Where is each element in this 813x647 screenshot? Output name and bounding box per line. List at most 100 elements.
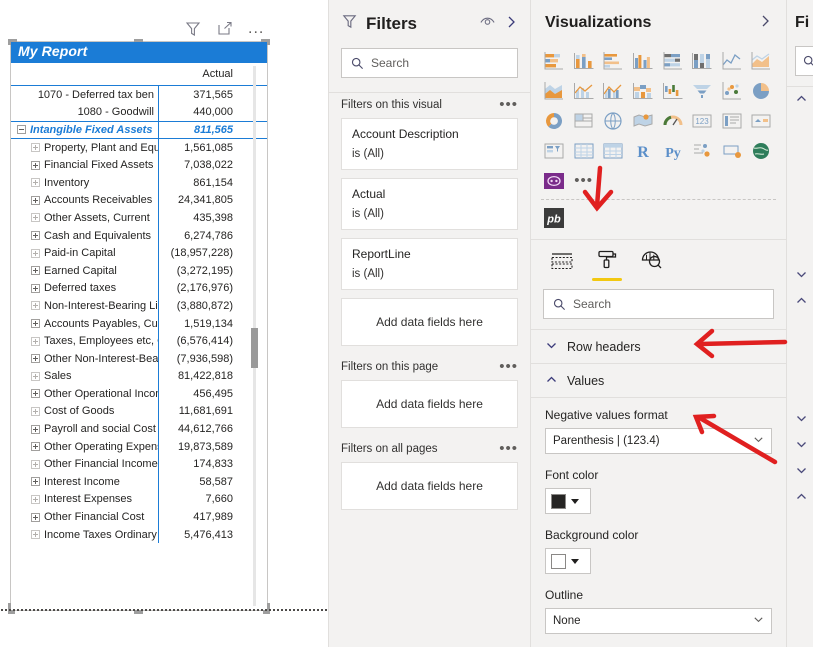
table-row[interactable]: Payroll and social Cost44,612,766 (11, 420, 267, 438)
expand-icon[interactable] (31, 407, 40, 416)
card-icon[interactable]: 123 (689, 108, 715, 134)
table-row[interactable]: Income Taxes Ordinary5,476,413 (11, 526, 267, 544)
table-row[interactable]: Interest Expenses7,660 (11, 491, 267, 509)
table-row[interactable]: Other Assets, Current435,398 (11, 209, 267, 227)
expand-icon[interactable] (31, 161, 40, 170)
table-row[interactable]: Interest Income58,587 (11, 473, 267, 491)
slicer-icon[interactable] (541, 138, 567, 164)
format-tab[interactable] (595, 248, 619, 281)
format-search-input[interactable]: Search (543, 289, 774, 319)
arcgis-maps-icon[interactable] (748, 138, 774, 164)
filters-section-more-icon[interactable]: ••• (499, 101, 518, 109)
table-row[interactable]: Property, Plant and Equipm1,561,085 (11, 139, 267, 157)
expand-icon[interactable] (31, 266, 40, 275)
clustered-bar-chart-icon[interactable] (600, 48, 626, 74)
background-color-picker[interactable] (545, 548, 591, 574)
table-row[interactable]: Inventory861,154 (11, 174, 267, 192)
gauge-icon[interactable] (660, 108, 686, 134)
waterfall-chart-icon[interactable] (660, 78, 686, 104)
expand-icon[interactable] (31, 213, 40, 222)
table-row[interactable]: Other Financial Cost417,989 (11, 508, 267, 526)
table-row[interactable]: Accounts Receivables24,341,805 (11, 192, 267, 210)
expand-icon[interactable] (31, 319, 40, 328)
table-row[interactable]: Paid-in Capital(18,957,228) (11, 244, 267, 262)
expand-icon[interactable] (31, 495, 40, 504)
map-icon[interactable] (600, 108, 626, 134)
matrix-scrollbar-thumb[interactable] (251, 328, 258, 368)
fields-list-item[interactable]: E (787, 459, 813, 485)
expand-icon[interactable] (31, 477, 40, 486)
expand-icon[interactable] (31, 513, 40, 522)
negative-values-format-dropdown[interactable]: Parenthesis | (123.4) (545, 428, 772, 454)
fields-list-item[interactable]: E (787, 289, 813, 315)
fields-list-item[interactable] (787, 87, 813, 113)
expand-icon[interactable] (31, 143, 40, 152)
expand-icon[interactable] (31, 231, 40, 240)
table-row[interactable]: Other Operating Expenses19,873,589 (11, 438, 267, 456)
expand-icon[interactable] (31, 442, 40, 451)
expand-icon[interactable] (31, 337, 40, 346)
eye-icon[interactable] (479, 15, 496, 33)
filters-section-more-icon[interactable]: ••• (499, 445, 518, 453)
chevron-down-icon[interactable] (795, 268, 808, 284)
filter-card[interactable]: Actualis (All) (341, 178, 518, 230)
filter-card[interactable]: Account Descriptionis (All) (341, 118, 518, 170)
collapse-icon[interactable] (17, 125, 26, 134)
table-row[interactable]: Other Financial Income174,833 (11, 455, 267, 473)
chevron-up-icon[interactable] (795, 490, 808, 506)
kpi-icon[interactable] (748, 108, 774, 134)
expand-icon[interactable] (31, 389, 40, 398)
key-influencers-icon[interactable] (689, 138, 715, 164)
pie-chart-icon[interactable] (748, 78, 774, 104)
chevron-down-icon[interactable] (795, 412, 808, 428)
table-row[interactable]: Accounts Payables, Curren1,519,134 (11, 315, 267, 333)
table-row[interactable]: Cash and Equivalents6,274,786 (11, 227, 267, 245)
filters-dropzone[interactable]: Add data fields here (341, 380, 518, 428)
collapse-filters-icon[interactable] (504, 15, 518, 34)
table-icon[interactable] (571, 138, 597, 164)
funnel-chart-icon[interactable] (689, 78, 715, 104)
more-options-icon[interactable]: ••• (571, 168, 597, 194)
fields-list-item[interactable]: E (787, 263, 813, 289)
table-row[interactable]: Sales81,422,818 (11, 368, 267, 386)
line-and-stacked-column-chart-icon[interactable] (571, 78, 597, 104)
matrix-scrollbar[interactable] (253, 66, 256, 606)
stacked-column-chart-icon[interactable] (571, 48, 597, 74)
stacked-bar-chart-icon[interactable] (541, 48, 567, 74)
area-chart-icon[interactable] (748, 48, 774, 74)
stacked-area-chart-icon[interactable] (541, 78, 567, 104)
table-row[interactable]: Other Non-Interest-Bearin(7,936,598) (11, 350, 267, 368)
scatter-chart-icon[interactable] (719, 78, 745, 104)
section-row-headers[interactable]: Row headers (531, 330, 786, 364)
table-row[interactable]: Other Operational Income456,495 (11, 385, 267, 403)
matrix-icon[interactable] (600, 138, 626, 164)
font-color-picker[interactable] (545, 488, 591, 514)
decomposition-tree-icon[interactable] (719, 138, 745, 164)
expand-icon[interactable] (31, 425, 40, 434)
expand-icon[interactable] (31, 178, 40, 187)
matrix-visual[interactable]: My Report Actual 1070 - Deferred tax ben… (10, 41, 268, 611)
ribbon-chart-icon[interactable] (630, 78, 656, 104)
filters-section-more-icon[interactable]: ••• (499, 363, 518, 371)
pb-custom-visual-icon[interactable]: pb (541, 205, 567, 231)
fields-tab[interactable] (549, 250, 575, 281)
table-row[interactable]: Financial Fixed Assets7,038,022 (11, 156, 267, 174)
fields-list-item[interactable]: E (787, 485, 813, 511)
100-stacked-column-chart-icon[interactable] (689, 48, 715, 74)
fields-list-item[interactable]: E (787, 433, 813, 459)
more-options-icon[interactable]: ... (248, 24, 264, 34)
expand-icon[interactable] (31, 284, 40, 293)
table-row[interactable]: Earned Capital(3,272,195) (11, 262, 267, 280)
focus-mode-icon[interactable] (216, 20, 234, 38)
fields-list-item[interactable]: E (787, 407, 813, 433)
table-row[interactable]: Cost of Goods11,681,691 (11, 403, 267, 421)
filter-icon[interactable] (184, 20, 202, 38)
table-row[interactable]: Taxes, Employees etc, Curr(6,576,414) (11, 332, 267, 350)
filters-search-input[interactable]: Search (341, 48, 518, 78)
table-row[interactable]: Intangible Fixed Assets811,565 (11, 121, 267, 139)
collapse-visualizations-icon[interactable] (758, 14, 772, 33)
expand-icon[interactable] (31, 372, 40, 381)
table-row[interactable]: 1080 - Goodwill440,000 (11, 104, 267, 122)
fields-search-input[interactable] (795, 46, 813, 76)
donut-chart-icon[interactable] (541, 108, 567, 134)
